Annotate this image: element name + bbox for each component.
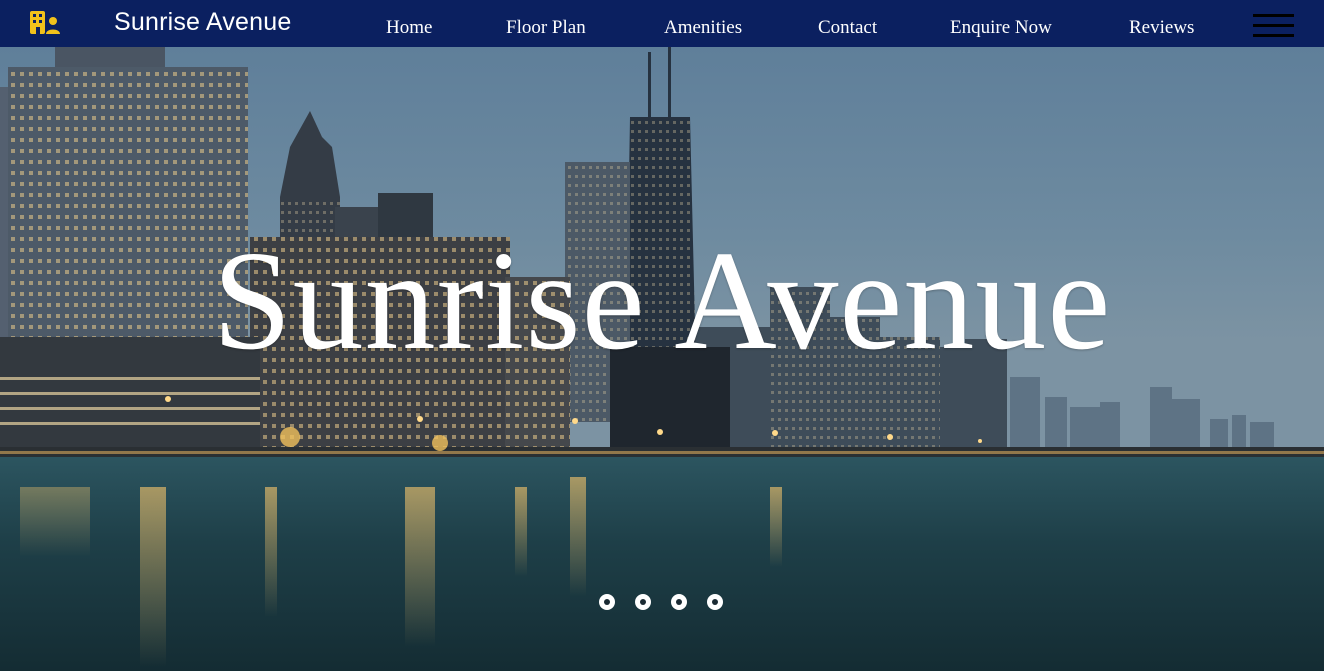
- nav-link-reviews[interactable]: Reviews: [1129, 17, 1194, 39]
- brand-name[interactable]: Sunrise Avenue: [114, 7, 291, 37]
- top-navbar: Sunrise Avenue Home Floor Plan Amenities…: [0, 0, 1324, 47]
- nav-link-home[interactable]: Home: [386, 17, 432, 39]
- nav-link-amenities[interactable]: Amenities: [664, 17, 742, 39]
- carousel-dot-3[interactable]: [671, 594, 687, 610]
- carousel-dot-4[interactable]: [707, 594, 723, 610]
- carousel-dot-1[interactable]: [599, 594, 615, 610]
- nav-link-floor-plan[interactable]: Floor Plan: [506, 17, 586, 39]
- nav-link-enquire-now[interactable]: Enquire Now: [950, 17, 1052, 39]
- hamburger-menu-icon[interactable]: [1253, 14, 1294, 38]
- carousel-dot-2[interactable]: [635, 594, 651, 610]
- nav-link-contact[interactable]: Contact: [818, 17, 877, 39]
- building-user-icon[interactable]: [29, 10, 61, 35]
- hero-banner: Sunrise Avenue: [0, 47, 1324, 671]
- carousel-indicators: [599, 594, 729, 610]
- hero-title: Sunrise Avenue: [212, 221, 1112, 379]
